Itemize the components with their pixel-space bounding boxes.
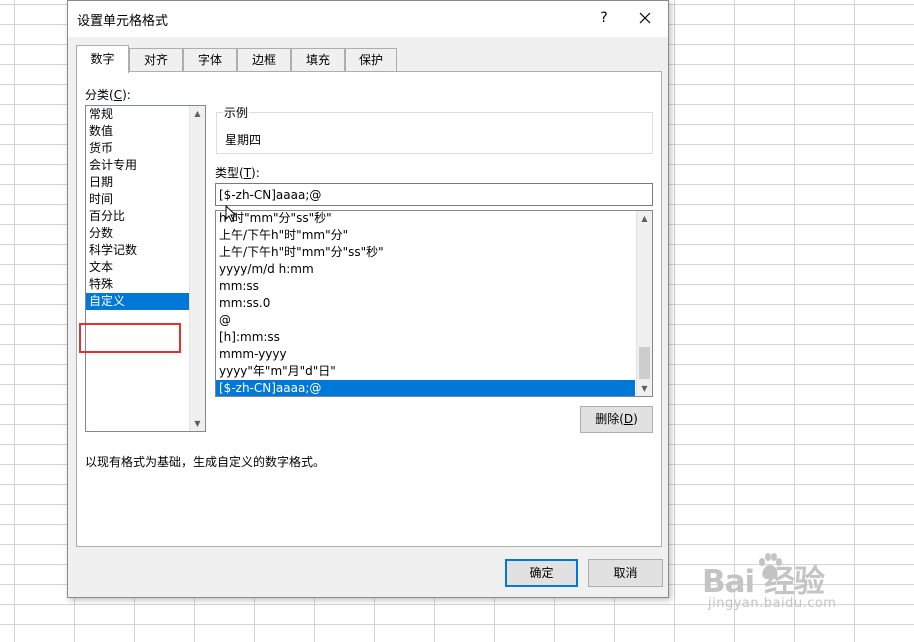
category-item[interactable]: 分数 [86,225,191,242]
category-item[interactable]: 特殊 [86,276,191,293]
category-item[interactable]: 时间 [86,191,191,208]
sample-group: 示例 星期四 [216,104,653,154]
category-scrollbar[interactable]: ▲ ▼ [189,106,205,431]
number-tab-panel: 分类(C): 常规 数值 货币 会计专用 日期 时间 百分比 分数 科学记数 文… [76,71,662,547]
help-button[interactable]: ? [594,7,614,29]
category-item[interactable]: 文本 [86,259,191,276]
scroll-up-icon[interactable]: ▲ [637,211,652,226]
category-item[interactable]: 日期 [86,174,191,191]
category-label: 分类(C): [85,88,131,102]
close-icon [639,12,651,24]
scroll-thumb[interactable] [639,347,650,379]
type-label: 类型(T): [215,166,260,180]
tab-font[interactable]: 字体 [183,48,237,72]
scroll-up-icon[interactable]: ▲ [190,106,205,121]
baidu-paw-icon [759,553,782,580]
format-item[interactable]: 上午/下午h"时"mm"分" [216,227,635,244]
dialog-titlebar: 设置单元格格式 ? [68,1,668,37]
watermark-url: jingyan.baidu.com [708,596,837,611]
category-item[interactable]: 常规 [86,106,191,123]
category-item[interactable]: 会计专用 [86,157,191,174]
sample-legend: 示例 [223,104,250,121]
scroll-down-icon[interactable]: ▼ [190,416,205,431]
tab-fill[interactable]: 填充 [291,48,345,72]
format-item[interactable]: mmm-yyyy [216,346,635,363]
scroll-down-icon[interactable]: ▼ [637,381,652,396]
ok-button[interactable]: 确定 [505,559,578,587]
format-item[interactable]: mm:ss.0 [216,295,635,312]
format-item[interactable]: yyyy"年"m"月"d"日" [216,363,635,380]
format-item[interactable]: h"时"mm"分"ss"秒" [216,211,635,227]
cancel-button[interactable]: 取消 [588,559,663,587]
category-item[interactable]: 货币 [86,140,191,157]
format-item[interactable]: 上午/下午h"时"mm"分"ss"秒" [216,244,635,261]
format-cells-dialog: 设置单元格格式 ? 数字 对齐 字体 边框 填充 保护 分类(C): 常规 数值… [67,0,669,598]
format-scrollbar[interactable]: ▲ ▼ [636,211,652,396]
tab-protection[interactable]: 保护 [345,48,397,72]
format-item[interactable]: [h]:mm:ss [216,329,635,346]
tab-border[interactable]: 边框 [237,48,291,72]
annotation-highlight-box [79,323,181,353]
format-item[interactable]: @ [216,312,635,329]
delete-button[interactable]: 删除(D) [580,406,653,433]
tab-number[interactable]: 数字 [76,45,129,73]
type-input[interactable] [215,183,653,206]
format-item[interactable]: yyyy/m/d h:mm [216,261,635,278]
sample-value: 星期四 [225,133,262,147]
tab-alignment[interactable]: 对齐 [129,48,183,72]
category-item[interactable]: 科学记数 [86,242,191,259]
format-description: 以现有格式为基础，生成自定义的数字格式。 [85,455,326,469]
close-button[interactable] [634,7,656,29]
format-item[interactable]: mm:ss [216,278,635,295]
category-item[interactable]: 数值 [86,123,191,140]
format-list[interactable]: h"时"mm"分"ss"秒" 上午/下午h"时"mm"分" 上午/下午h"时"m… [215,210,653,397]
format-item-selected[interactable]: [$-zh-CN]aaaa;@ [216,380,635,396]
category-list[interactable]: 常规 数值 货币 会计专用 日期 时间 百分比 分数 科学记数 文本 特殊 自定… [79,105,206,432]
dialog-title: 设置单元格格式 [77,14,169,29]
category-item-selected[interactable]: 自定义 [86,293,191,310]
category-item[interactable]: 百分比 [86,208,191,225]
